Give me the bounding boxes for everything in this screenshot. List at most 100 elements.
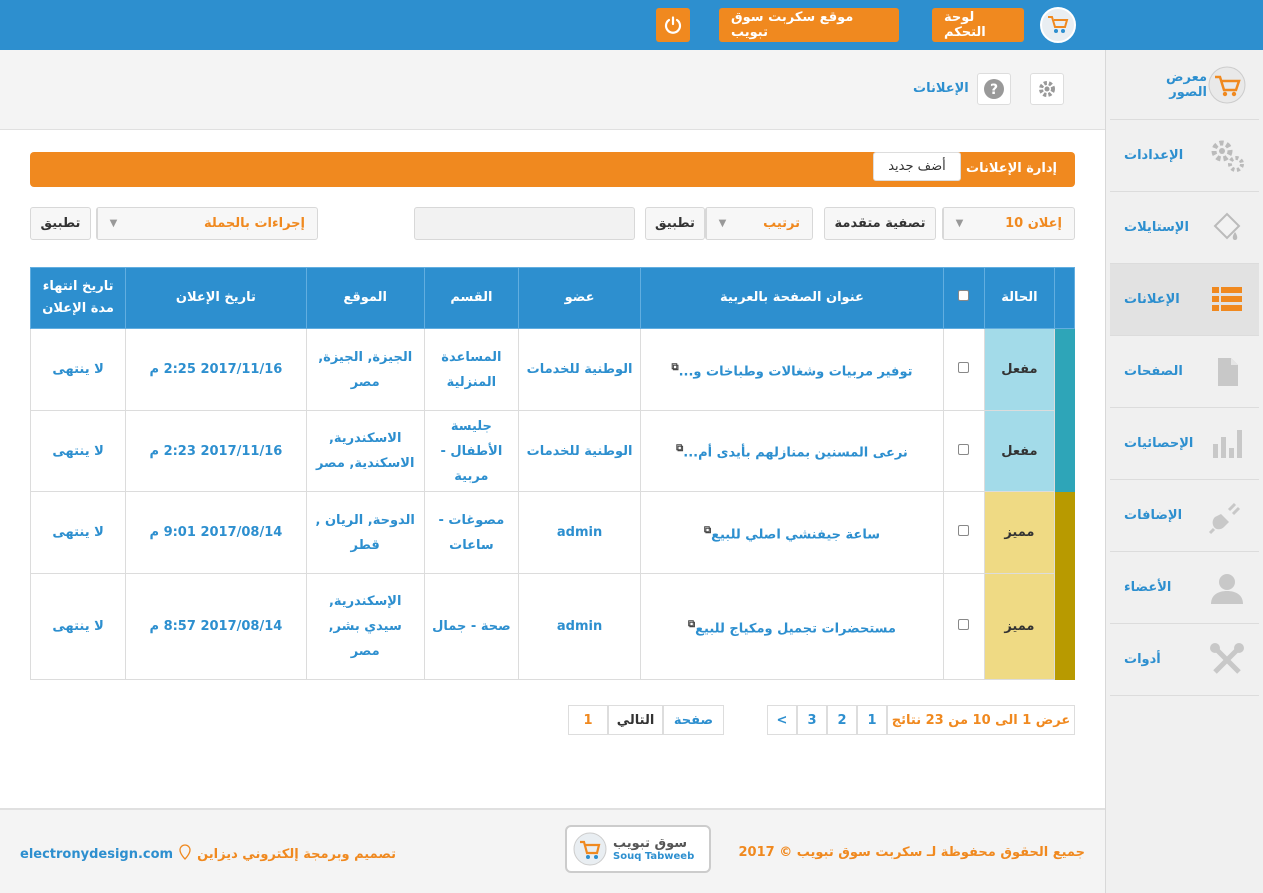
status-badge: مفعل — [983, 410, 1055, 492]
user-icon — [1207, 568, 1247, 608]
ad-location: الجيزة, الجيزة, مصر — [305, 328, 425, 411]
ad-title-link[interactable]: توفير مربيات وشغالات وطباخات و... — [679, 364, 913, 379]
ad-title-link[interactable]: ساعة جيفنشي اصلي للبيع — [711, 527, 880, 542]
row-select-cell — [942, 573, 985, 680]
status-badge: مميز — [983, 573, 1055, 680]
header-title[interactable]: عنوان الصفحة بالعربية — [640, 267, 944, 329]
cart-logo-icon[interactable] — [1040, 7, 1076, 43]
table-header-row: الحالة عنوان الصفحة بالعربية عضو القسم ا… — [29, 267, 1076, 329]
chevron-down-icon: ▼ — [943, 208, 975, 239]
designer-text: تصميم وبرمجة إلكتروني ديزاين — [197, 846, 397, 862]
sidebar-item-addons[interactable]: الإضافات — [1110, 480, 1259, 552]
page-icon — [1207, 352, 1247, 392]
power-icon[interactable] — [656, 8, 690, 42]
designer-domain-link[interactable]: electronydesign.com — [20, 847, 173, 862]
ad-title-cell: نرعى المسنين بمنازلهم بأيدى أم...⧉ — [640, 410, 944, 492]
per-page-select[interactable]: ▼ 10 إعلان — [942, 207, 1075, 240]
bulk-actions-select[interactable]: ▼ إجراءات بالجملة — [96, 207, 318, 240]
table-row: مفعل نرعى المسنين بمنازلهم بأيدى أم...⧉ … — [29, 410, 1075, 492]
current-page-input[interactable]: 1 — [568, 705, 608, 735]
status-stripe — [1054, 491, 1075, 574]
chevron-down-icon: ▼ — [97, 208, 129, 239]
header-member[interactable]: عضو — [517, 267, 642, 329]
header-date[interactable]: تاريخ الإعلان — [125, 267, 307, 329]
ad-title-link[interactable]: مستحضرات تجميل ومكياج للبيع — [695, 621, 896, 636]
site-link-button[interactable]: موقع سكربت سوق تبويب — [719, 8, 899, 42]
ad-location: الاسكندرية, الاسكندية, مصر — [305, 410, 425, 492]
ad-title-link[interactable]: نرعى المسنين بمنازلهم بأيدى أم... — [683, 446, 908, 461]
sidebar-item-label: أدوات — [1124, 652, 1161, 667]
row-checkbox[interactable] — [958, 443, 970, 455]
sidebar-item-members[interactable]: الأعضاء — [1110, 552, 1259, 624]
sidebar-item-label: معرض الصور — [1166, 69, 1207, 100]
sidebar-item-styles[interactable]: الإستايلات — [1110, 192, 1259, 264]
header-select-all — [942, 267, 985, 329]
gear-icon[interactable] — [1030, 73, 1064, 105]
chevron-down-icon: ▼ — [706, 208, 738, 239]
cart-icon — [1207, 65, 1247, 105]
list-icon — [1207, 280, 1247, 320]
top-bar: لوحة التحكم موقع سكربت سوق تبويب — [0, 0, 1263, 50]
status-badge: مفعل — [983, 328, 1055, 411]
svg-text:?: ? — [990, 82, 998, 98]
page-link-1[interactable]: 1 — [857, 705, 887, 735]
ad-member[interactable]: الوطنية للخدمات — [517, 328, 642, 411]
sidebar-item-settings[interactable]: الإعدادات — [1110, 120, 1259, 192]
next-page-button[interactable]: التالي — [608, 705, 663, 735]
sidebar-item-label: الأعضاء — [1124, 580, 1172, 595]
advanced-filter-button[interactable]: تصفية متقدمة — [824, 207, 936, 240]
page-link-2[interactable]: 2 — [827, 705, 857, 735]
manage-ads-title: إدارة الإعلانات — [966, 161, 1057, 176]
table-row: مميز ساعة جيفنشي اصلي للبيع⧉ admin مصوغا… — [29, 491, 1075, 574]
ad-date: 2017/11/16 2:23 م — [125, 410, 307, 492]
sidebar-item-tools[interactable]: أدوات — [1110, 624, 1259, 696]
select-all-checkbox[interactable] — [958, 290, 970, 301]
sort-select[interactable]: ▼ ترتيب — [705, 207, 813, 240]
external-link-icon[interactable]: ⧉ — [671, 362, 678, 373]
footer: جميع الحقوق محفوظة لـ سكربت سوق تبويب © … — [0, 808, 1105, 893]
ad-title-cell: توفير مربيات وشغالات وطباخات و...⧉ — [640, 328, 944, 411]
ad-category[interactable]: مصوغات - ساعات — [423, 491, 519, 574]
help-icon[interactable]: ? — [977, 73, 1011, 105]
ad-location: الدوحة, الريان , قطر — [305, 491, 425, 574]
search-input[interactable] — [414, 207, 635, 240]
results-info: عرض 1 الى 10 من 23 نتائج — [887, 705, 1075, 735]
sidebar-item-ads[interactable]: الإعلانات — [1110, 264, 1259, 336]
apply-sort-button[interactable]: تطبيق — [645, 207, 705, 240]
ad-member[interactable]: الوطنية للخدمات — [517, 410, 642, 492]
sidebar-item-label: الإحصائيات — [1124, 436, 1194, 451]
page-title: الإعلانات — [913, 81, 969, 96]
status-badge: مميز — [983, 491, 1055, 574]
header-status[interactable]: الحالة — [983, 267, 1055, 329]
dashboard-button[interactable]: لوحة التحكم — [932, 8, 1024, 42]
header-location[interactable]: الموقع — [305, 267, 425, 329]
header-category[interactable]: القسم — [423, 267, 519, 329]
ad-expiry: لا ينتهى — [29, 491, 127, 574]
ad-category[interactable]: المساعدة المنزلية — [423, 328, 519, 411]
sidebar-item-label: الصفحات — [1124, 364, 1183, 379]
cart-icon — [573, 832, 607, 866]
add-new-button[interactable]: أضف جديد — [873, 152, 961, 181]
ad-expiry: لا ينتهى — [29, 328, 127, 411]
sidebar-item-label: الإضافات — [1124, 508, 1183, 523]
ad-expiry: لا ينتهى — [29, 410, 127, 492]
row-checkbox[interactable] — [958, 525, 970, 536]
ad-member[interactable]: admin — [517, 491, 642, 574]
header-expiry[interactable]: تاريخ انتهاء مدة الإعلان — [29, 267, 127, 329]
status-stripe — [1054, 573, 1075, 680]
sidebar-item-pages[interactable]: الصفحات — [1110, 336, 1259, 408]
row-select-cell — [942, 410, 985, 492]
prev-page-button[interactable]: < — [767, 705, 797, 735]
sidebar-item-stats[interactable]: الإحصائيات — [1110, 408, 1259, 480]
apply-bulk-button[interactable]: تطبيق — [30, 207, 91, 240]
row-checkbox[interactable] — [958, 619, 970, 630]
sidebar-item-label: الإعدادات — [1124, 148, 1184, 163]
page-link-3[interactable]: 3 — [797, 705, 827, 735]
sidebar-item-gallery[interactable]: معرض الصور — [1110, 50, 1259, 120]
ad-member[interactable]: admin — [517, 573, 642, 680]
ad-category[interactable]: صحة - جمال — [423, 573, 519, 680]
ad-location: الإسكندرية, سيدي بشر, مصر — [305, 573, 425, 680]
row-checkbox[interactable] — [958, 362, 970, 373]
ad-category[interactable]: جليسة الأطفال - مربية — [423, 410, 519, 492]
sidebar-item-label: الإستايلات — [1124, 220, 1189, 235]
